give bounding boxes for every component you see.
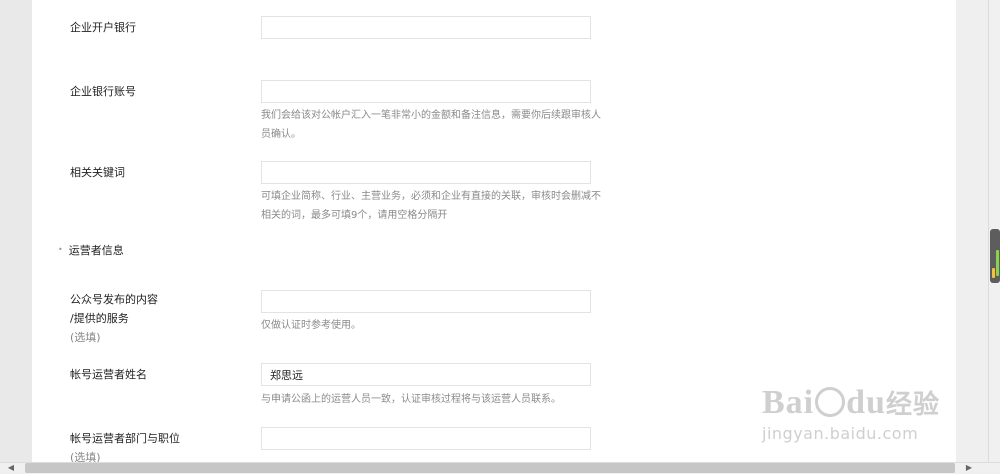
watermark-logo-left: Bai	[762, 384, 815, 421]
bank-account-hint: 我们会给该对公帐户汇入一笔非常小的金额和备注信息，需要你后续跟审核人员确认。	[261, 110, 601, 140]
paw-icon	[815, 387, 846, 417]
operator-name-label: 帐号运营者姓名	[70, 368, 147, 381]
watermark-logo-right: du	[846, 384, 886, 421]
scroll-thumb-accent-green	[996, 250, 999, 276]
content-service-input[interactable]	[261, 290, 591, 313]
operator-dept-input[interactable]	[261, 427, 591, 450]
keywords-hint: 可填企业简称、行业、主营业务，必须和企业有直接的关联，审核时会删减不相关的词，最…	[261, 191, 601, 221]
baidu-jingyan-watermark: Bai du经验 jingyan.baidu.com	[762, 384, 952, 460]
operator-section-title: • 运营者信息	[58, 242, 124, 258]
content-service-label-line2: /提供的服务	[70, 312, 129, 325]
keywords-label: 相关关键词	[70, 166, 125, 179]
bank-account-label: 企业银行账号	[70, 85, 136, 98]
horizontal-scroll-thumb[interactable]	[25, 463, 955, 473]
watermark-url: jingyan.baidu.com	[762, 424, 919, 443]
scroll-thumb-accent-yellow	[992, 268, 995, 278]
operator-name-hint: 与申请公函上的运营人员一致，认证审核过程将与该运营人员联系。	[261, 394, 561, 405]
content-service-label: 公众号发布的内容 /提供的服务 (选填)	[70, 290, 158, 347]
bank-name-input[interactable]	[261, 16, 591, 39]
operator-section-label: 运营者信息	[68, 244, 124, 257]
scroll-right-arrow-icon[interactable]: ▶	[962, 462, 976, 474]
operator-name-input[interactable]	[261, 363, 591, 386]
content-service-hint: 仅做认证时参考使用。	[261, 320, 361, 331]
bullet-icon: •	[58, 245, 63, 254]
watermark-logo-cn: 经验	[885, 390, 940, 420]
watermark-logo: Bai du经验	[762, 384, 952, 424]
right-gutter	[956, 0, 988, 462]
operator-dept-label-text: 帐号运营者部门与职位	[70, 432, 180, 445]
scroll-left-arrow-icon[interactable]: ◀	[4, 462, 18, 474]
content-service-label-line1: 公众号发布的内容	[70, 293, 158, 306]
keywords-input[interactable]	[261, 161, 591, 184]
bank-name-label: 企业开户银行	[70, 21, 136, 34]
content-service-optional: (选填)	[70, 331, 101, 344]
left-gutter	[0, 0, 32, 462]
bank-account-input[interactable]	[261, 80, 591, 103]
